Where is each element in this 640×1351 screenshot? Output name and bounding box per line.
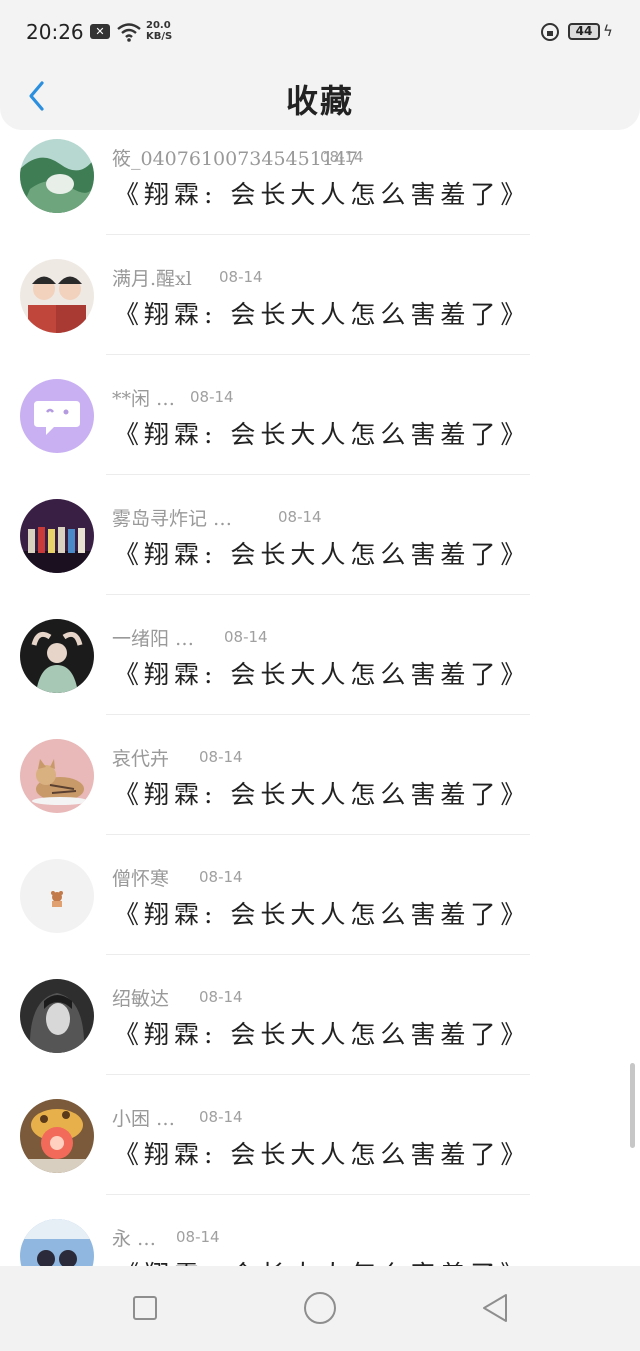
list-item[interactable]: 一绪阳 … 08-14 《翔霖: 会长大人怎么害羞了》 (0, 619, 640, 739)
favorite-title[interactable]: 《翔霖: 会长大人怎么害羞了》 (114, 175, 530, 211)
app-header: 收藏 (0, 62, 640, 130)
wifi-icon (117, 23, 141, 42)
divider (106, 354, 530, 355)
date: 08-14 (199, 988, 243, 1006)
home-circle-icon[interactable] (304, 1292, 336, 1324)
poster-avatar-icon (20, 1219, 94, 1266)
list-item[interactable]: 绍敏达 08-14 《翔霖: 会长大人怎么害羞了》 (0, 979, 640, 1099)
plush-toy-avatar-icon (20, 1099, 94, 1173)
avatar[interactable] (20, 379, 94, 453)
status-time: 20:26 (26, 20, 84, 44)
favorite-title[interactable]: 《翔霖: 会长大人怎么害羞了》 (114, 535, 530, 571)
date: 08-14 (176, 1228, 220, 1246)
rotation-lock-icon (541, 23, 559, 41)
list-item[interactable]: 筱_040761007345451147 08-14 《翔霖: 会长大人怎么害羞… (0, 139, 640, 259)
favorite-title[interactable]: 《翔霖: 会长大人怎么害羞了》 (114, 1135, 530, 1171)
network-speed-value: 20.0 (146, 20, 171, 31)
avatar[interactable] (20, 979, 94, 1053)
divider (106, 474, 530, 475)
username: 哀代卉 (112, 748, 170, 770)
back-triangle-icon[interactable] (480, 1292, 510, 1324)
notification-close-icon: ✕ (90, 24, 110, 39)
list-item[interactable]: 小困 … 08-14 《翔霖: 会长大人怎么害羞了》 (0, 1099, 640, 1219)
date: 08-14 (224, 628, 268, 646)
date: 08-14 (320, 148, 364, 166)
avatar[interactable] (20, 499, 94, 573)
favorite-title[interactable]: 《翔霖: 会长大人怎么害羞了》 (114, 775, 530, 811)
favorite-title[interactable]: 《翔霖: 会长大人怎么害羞了》 (114, 895, 530, 931)
username: 绍敏达 (112, 988, 170, 1010)
system-nav-bar (0, 1266, 640, 1351)
username: 永 … (112, 1228, 157, 1250)
avatar[interactable] (20, 619, 94, 693)
date: 08-14 (199, 748, 243, 766)
avatar[interactable] (20, 259, 94, 333)
small-bear-icon (20, 859, 94, 933)
chat-bubble-icon (20, 379, 94, 453)
divider (106, 1194, 530, 1195)
battery-indicator: 44 (568, 23, 600, 40)
list-item[interactable]: 雾岛寻炸记 … 08-14 《翔霖: 会长大人怎么害羞了》 (0, 499, 640, 619)
favorite-title[interactable]: 《翔霖: 会长大人怎么害羞了》 (114, 1255, 530, 1266)
stage-group-avatar-icon (20, 499, 94, 573)
scrollbar[interactable] (630, 1063, 635, 1148)
username: 小困 … (112, 1108, 176, 1130)
date: 08-14 (278, 508, 322, 526)
dark-portrait-avatar-icon (20, 979, 94, 1053)
avatar[interactable] (20, 1219, 94, 1266)
divider (106, 714, 530, 715)
divider (106, 834, 530, 835)
list-item[interactable]: 僧怀寒 08-14 《翔霖: 会长大人怎么害羞了》 (0, 859, 640, 979)
list-item[interactable]: 满月.醒xl 08-14 《翔霖: 会长大人怎么害羞了》 (0, 259, 640, 379)
list-item[interactable]: **闲 … 08-14 《翔霖: 会长大人怎么害羞了》 (0, 379, 640, 499)
charging-icon: ϟ (603, 22, 613, 40)
username: 雾岛寻炸记 … (112, 508, 233, 530)
network-speed: 20.0 KB/S (146, 20, 172, 42)
status-bar: 20:26 ✕ 20.0 KB/S 44 ϟ (0, 0, 640, 62)
page-title: 收藏 (285, 82, 354, 120)
divider (106, 954, 530, 955)
recents-square-icon[interactable] (133, 1296, 157, 1320)
favorite-title[interactable]: 《翔霖: 会长大人怎么害羞了》 (114, 295, 530, 331)
favorite-title[interactable]: 《翔霖: 会长大人怎么害羞了》 (114, 655, 530, 691)
username: 满月.醒xl (112, 268, 192, 290)
favorite-title[interactable]: 《翔霖: 会长大人怎么害羞了》 (114, 1015, 530, 1051)
divider (106, 1074, 530, 1075)
list-item[interactable]: 永 … 08-14 《翔霖: 会长大人怎么害羞了》 (0, 1219, 640, 1266)
date: 08-14 (219, 268, 263, 286)
cat-avatar-icon (20, 739, 94, 813)
divider (106, 234, 530, 235)
list-item[interactable]: 哀代卉 08-14 《翔霖: 会长大人怎么害羞了》 (0, 739, 640, 859)
username: **闲 … (112, 388, 176, 410)
network-speed-unit: KB/S (146, 31, 173, 42)
username: 一绪阳 … (112, 628, 195, 650)
avatar[interactable] (20, 1099, 94, 1173)
divider (106, 594, 530, 595)
avatar[interactable] (20, 739, 94, 813)
two-people-avatar-icon (20, 259, 94, 333)
landscape-avatar-icon (20, 139, 94, 213)
favorite-title[interactable]: 《翔霖: 会长大人怎么害羞了》 (114, 415, 530, 451)
date: 08-14 (199, 1108, 243, 1126)
date: 08-14 (199, 868, 243, 886)
avatar[interactable] (20, 139, 94, 213)
avatar[interactable] (20, 859, 94, 933)
person-avatar-icon (20, 619, 94, 693)
date: 08-14 (190, 388, 234, 406)
favorites-list: 筱_040761007345451147 08-14 《翔霖: 会长大人怎么害羞… (0, 120, 640, 1266)
username: 僧怀寒 (112, 868, 170, 890)
